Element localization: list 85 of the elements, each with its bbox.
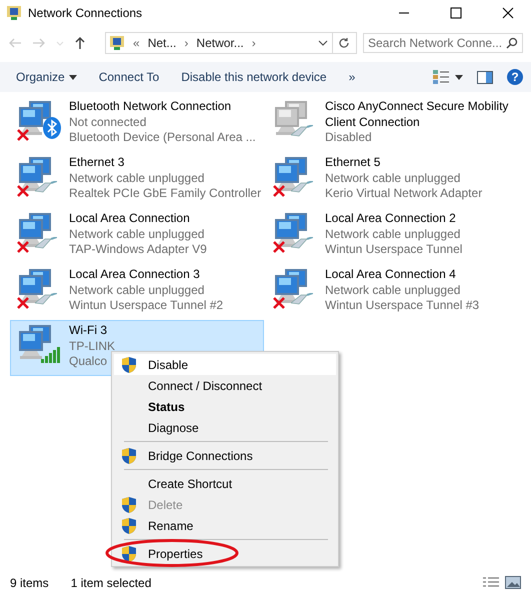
connection-detail: Disabled bbox=[325, 130, 373, 146]
connection-detail: Wintun Userspace Tunnel #3 bbox=[325, 298, 480, 314]
connection-detail: TP-LINK bbox=[69, 338, 116, 354]
menu-item[interactable]: Bridge Connections bbox=[114, 445, 336, 466]
connection-name: Ethernet 3 bbox=[69, 155, 126, 170]
connection-item[interactable]: Ethernet 3 Network cable unplugged Realtek PCIe GbE Family Controller bbox=[10, 152, 264, 208]
more-commands-button[interactable]: » bbox=[340, 66, 364, 88]
item-count: 9 items bbox=[10, 576, 49, 590]
menu-item[interactable]: Status bbox=[114, 396, 336, 417]
connection-name: Local Area Connection 3 bbox=[69, 267, 201, 282]
menu-item[interactable]: Diagnose bbox=[114, 417, 336, 438]
cable-icon bbox=[291, 181, 313, 193]
connection-detail: Wintun Userspace Tunnel bbox=[325, 242, 462, 258]
cable-icon bbox=[291, 293, 313, 305]
shield-icon bbox=[122, 356, 136, 372]
cable-icon bbox=[35, 181, 57, 193]
network-folder-icon bbox=[6, 5, 22, 21]
connection-detail: Network cable unplugged bbox=[325, 282, 462, 298]
menu-item[interactable]: Properties bbox=[114, 543, 336, 564]
connection-detail: Network cable unplugged bbox=[69, 282, 206, 298]
connection-detail: Realtek PCIe GbE Family Controller bbox=[69, 186, 259, 202]
connection-name: Local Area Connection 4 bbox=[325, 267, 457, 282]
maximize-icon[interactable] bbox=[450, 7, 462, 19]
breadcrumb-chevron[interactable]: › bbox=[184, 36, 188, 50]
connection-detail: Network cable unplugged bbox=[325, 226, 462, 242]
connection-detail: Network cable unplugged bbox=[69, 170, 206, 186]
caret-icon bbox=[455, 74, 463, 80]
connection-item[interactable]: Local Area Connection Network cable unplugged TAP-Windows Adapter V9 bbox=[10, 208, 264, 264]
up-arrow-icon[interactable] bbox=[74, 36, 86, 50]
connection-name: Bluetooth Network Connection bbox=[69, 99, 232, 114]
bluetooth-icon bbox=[43, 117, 61, 139]
shield-icon bbox=[122, 518, 136, 534]
connection-detail: Bluetooth Device (Personal Area ... bbox=[69, 130, 256, 146]
connection-item[interactable]: Ethernet 5 Network cable unplugged Kerio Virtual Network Adapter bbox=[266, 152, 520, 208]
help-button[interactable]: ? bbox=[507, 69, 523, 85]
shield-icon bbox=[122, 546, 136, 562]
connection-name: Local Area Connection bbox=[69, 211, 191, 226]
cable-icon bbox=[291, 237, 313, 249]
address-bar[interactable]: « Net... › Networ... › bbox=[105, 32, 333, 54]
connection-item[interactable]: Local Area Connection 2 Network cable unplugged Wintun Userspace Tunnel bbox=[266, 208, 520, 264]
menu-item[interactable]: Create Shortcut bbox=[114, 473, 336, 494]
cable-icon bbox=[35, 237, 57, 249]
connection-detail: Wintun Userspace Tunnel #2 bbox=[69, 298, 224, 314]
search-field[interactable]: Search Network Conne... bbox=[363, 33, 523, 53]
signal-bars-icon bbox=[41, 347, 61, 363]
command-button[interactable]: Disable this network device bbox=[173, 66, 335, 88]
details-view-icon[interactable] bbox=[483, 576, 499, 589]
command-button[interactable]: Connect To bbox=[90, 66, 168, 88]
breadcrumb[interactable]: Net... bbox=[148, 36, 176, 50]
connection-name: Cisco AnyConnect Secure Mobility Client Connection bbox=[325, 99, 510, 130]
connection-detail: Qualco bbox=[69, 354, 108, 370]
view-options-button[interactable] bbox=[433, 70, 463, 84]
connection-name: Local Area Connection 2 bbox=[325, 211, 457, 226]
connection-name: Wi-Fi 3 bbox=[69, 323, 108, 338]
cable-icon bbox=[291, 125, 313, 137]
window-title: Network Connections bbox=[28, 6, 144, 20]
close-icon[interactable] bbox=[502, 7, 514, 19]
connection-item[interactable]: Local Area Connection 3 Network cable unplugged Wintun Userspace Tunnel #2 bbox=[10, 264, 264, 320]
connection-item[interactable]: Local Area Connection 4 Network cable unplugged Wintun Userspace Tunnel #3 bbox=[266, 264, 520, 320]
menu-item[interactable]: Rename bbox=[114, 515, 336, 536]
search-icon bbox=[506, 37, 518, 49]
network-folder-icon bbox=[109, 35, 126, 51]
selection-count: 1 item selected bbox=[70, 576, 152, 590]
connection-item[interactable]: Bluetooth Network Connection Not connected Bluetooth Device (Personal Area ... bbox=[10, 96, 264, 152]
connection-detail: Network cable unplugged bbox=[325, 170, 462, 186]
refresh-button[interactable] bbox=[332, 32, 357, 54]
connection-detail: Network cable unplugged bbox=[69, 226, 206, 242]
breadcrumb[interactable]: Networ... bbox=[196, 36, 244, 50]
menu-item[interactable]: Connect / Disconnect bbox=[114, 375, 336, 396]
shield-icon bbox=[122, 496, 136, 512]
dropdown-caret-icon[interactable] bbox=[318, 39, 328, 47]
connection-detail: Not connected bbox=[69, 114, 148, 130]
shield-icon bbox=[122, 448, 136, 464]
cable-icon bbox=[35, 293, 57, 305]
breadcrumb-chevron[interactable]: › bbox=[252, 36, 256, 50]
caret-icon bbox=[68, 74, 77, 80]
connection-name: Ethernet 5 bbox=[325, 155, 382, 170]
tiles-view-icon[interactable] bbox=[505, 576, 521, 589]
menu-item[interactable]: Disable bbox=[114, 354, 336, 375]
connection-detail: TAP-Windows Adapter V9 bbox=[69, 242, 207, 258]
overflow-chevron[interactable]: « bbox=[133, 36, 140, 50]
command-button[interactable]: Organize bbox=[8, 66, 85, 88]
connection-detail: Kerio Virtual Network Adapter bbox=[325, 186, 482, 202]
refresh-icon bbox=[338, 37, 350, 49]
preview-pane-icon[interactable] bbox=[477, 70, 493, 84]
